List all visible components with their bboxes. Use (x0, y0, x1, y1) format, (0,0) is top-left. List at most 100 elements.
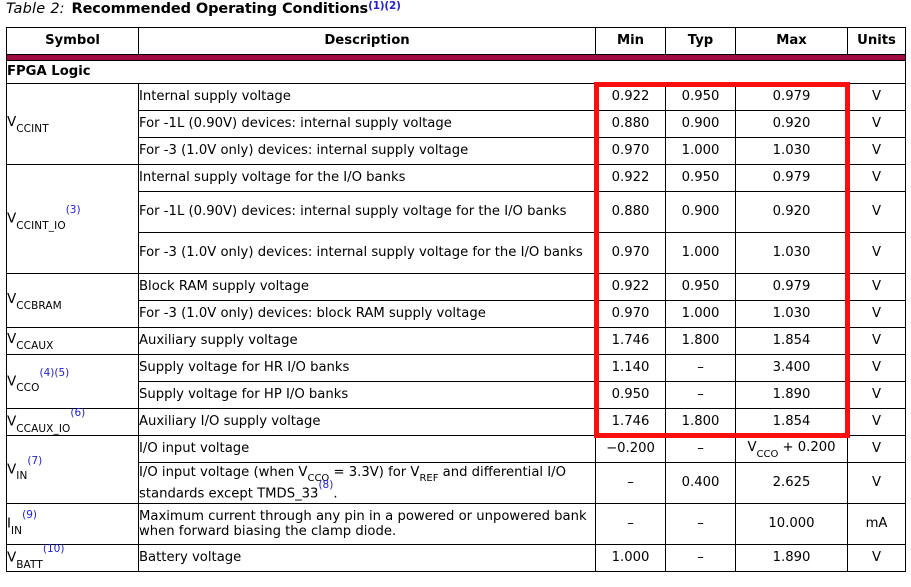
table-row: For -1L (0.90V) devices: internal supply… (7, 110, 906, 138)
units-cell: V (847, 191, 906, 233)
description-cell: For -3 (1.0V only) devices: block RAM su… (138, 300, 596, 328)
recommended-operating-conditions-table: Symbol Description Min Typ Max Units FPG… (6, 27, 906, 572)
table-header: Symbol Description Min Typ Max Units (6, 27, 906, 61)
caption-footnote-refs: (1)(2) (368, 0, 401, 12)
footnote-ref: (8) (318, 478, 334, 491)
units-cell: V (847, 544, 906, 572)
max-value-cell: VCCO + 0.200 (735, 435, 848, 463)
min-value-cell: 1.140 (595, 354, 666, 382)
symbol-footnote-ref: (4)(5) (39, 366, 70, 379)
min-value-cell: 0.880 (595, 110, 666, 138)
column-header-units: Units (847, 27, 906, 55)
description-cell: For -3 (1.0V only) devices: internal sup… (138, 232, 596, 274)
symbol-base: V (7, 114, 17, 131)
max-value-cell: 1.854 (735, 408, 848, 436)
table-row: IIN(9) Maximum current through any pin in… (6, 503, 906, 545)
table-row: For -3 (1.0V only) devices: internal sup… (7, 232, 906, 274)
symbol-subscript: CCAUX (16, 340, 54, 353)
symbol-footnote-ref: (3) (65, 204, 81, 217)
typ-value-cell: 0.900 (665, 110, 736, 138)
symbol-subscript: CCINT_IO (16, 219, 66, 232)
symbol-cell: VBATT (10) (6, 543, 139, 572)
typ-value-cell: – (665, 435, 736, 463)
description-cell: Internal supply voltage for the I/O bank… (138, 164, 596, 192)
units-cell: V (847, 354, 906, 382)
min-value-cell: 0.922 (595, 273, 666, 301)
min-value-cell: 0.922 (595, 83, 666, 111)
table-row: VCCAUX Auxiliary supply voltage 1.746 1.800… (6, 327, 906, 355)
symbol-base: V (7, 549, 17, 566)
table-row: VCCAUX_IO(6) Auxiliary I/O supply voltage… (6, 407, 906, 436)
table-row: VIN(7) I/O input voltage −0.200– VCCO + 0.2… (6, 435, 906, 504)
max-value-cell: 1.030 (735, 232, 848, 274)
table-row: For -1L (0.90V) devices: internal supply… (7, 191, 906, 233)
symbol-subscript: CCBRAM (16, 299, 62, 312)
typ-value-cell: 1.000 (665, 300, 736, 328)
max-value-cell: 3.400 (735, 354, 848, 382)
description-cell: I/O input voltage (when VCCO = 3.3V) for… (138, 462, 596, 504)
max-value-cell: 0.979 (735, 164, 848, 192)
symbol-base: V (7, 461, 17, 478)
typ-value-cell: – (665, 354, 736, 382)
typ-value-cell: 0.950 (665, 83, 736, 111)
symbol-footnote-ref: (10) (42, 543, 65, 556)
units-cell: V (847, 110, 906, 138)
symbol-subscript: CCAUX_IO (16, 422, 71, 435)
description-cell: Battery voltage (138, 544, 596, 572)
typ-value-cell: 1.800 (665, 408, 736, 436)
max-value-cell: 1.854 (735, 327, 848, 355)
symbol-footnote-ref: (7) (27, 454, 43, 467)
table-row: For -3 (1.0V only) devices: internal sup… (7, 137, 906, 165)
typ-value-cell: 0.900 (665, 191, 736, 233)
typ-value-cell: 0.400 (665, 462, 736, 504)
max-value-cell: 0.979 (735, 83, 848, 111)
max-value-cell: 10.000 (735, 503, 848, 545)
description-cell: For -1L (0.90V) devices: internal supply… (138, 110, 596, 138)
typ-value-cell: 1.000 (665, 232, 736, 274)
description-cell: Maximum current through any pin in a pow… (138, 503, 596, 545)
typ-value-cell: – (665, 544, 736, 572)
table-row: VCCINT Internal supply voltage 0.922 0.950 0… (6, 83, 906, 165)
units-cell: V (847, 137, 906, 165)
units-cell: mA (847, 503, 906, 545)
description-cell: Auxiliary I/O supply voltage (138, 408, 596, 436)
min-value-cell: 0.922 (595, 164, 666, 192)
table-row: I/O input voltage (when VCCO = 3.3V) for… (7, 462, 906, 504)
symbol-subscript: BATT (16, 558, 43, 571)
min-value-cell: 0.970 (595, 300, 666, 328)
symbol-base: V (7, 331, 17, 348)
max-value-cell: 1.030 (735, 137, 848, 165)
units-cell: V (847, 232, 906, 274)
table-row: VBATT(10) Battery voltage 1.000–1.890 V (6, 543, 906, 572)
min-value-cell: 1.000 (595, 544, 666, 572)
symbol-cell: VCCAUX (6, 327, 139, 355)
conditions-table-container: Symbol Description Min Typ Max Units FPG… (6, 27, 906, 572)
section-label: FPGA Logic (6, 60, 906, 84)
symbol-subscript: CCO (16, 382, 40, 395)
symbol-base: V (7, 290, 17, 307)
units-cell: V (847, 164, 906, 192)
max-value-cell: 0.920 (735, 191, 848, 233)
typ-value-cell: – (665, 381, 736, 409)
symbol-cell: VCCBRAM (6, 273, 139, 328)
units-cell: V (847, 300, 906, 328)
symbol-cell: VCCINT_IO (3) (6, 164, 139, 274)
caption-title: Recommended Operating Conditions (71, 1, 369, 17)
symbol-base: V (7, 413, 17, 430)
symbol-base: V (7, 373, 17, 390)
symbol-base: V (7, 210, 17, 227)
units-cell: V (847, 83, 906, 111)
typ-value-cell: – (665, 503, 736, 545)
units-cell: V (847, 273, 906, 301)
symbol-cell: VCCAUX_IO (6) (6, 407, 139, 436)
typ-value-cell: 0.950 (665, 164, 736, 192)
max-value-cell: 0.979 (735, 273, 848, 301)
caption-number: 2: (50, 1, 65, 17)
description-cell: Supply voltage for HP I/O banks (138, 381, 596, 409)
description-cell: Block RAM supply voltage (138, 273, 596, 301)
typ-value-cell: 0.950 (665, 273, 736, 301)
table-row: VCCINT_IO(3) Internal supply voltage for … (6, 164, 906, 274)
max-value-cell: 2.625 (735, 462, 848, 504)
description-cell: Supply voltage for HR I/O banks (138, 354, 596, 382)
min-value-cell: 0.970 (595, 232, 666, 274)
